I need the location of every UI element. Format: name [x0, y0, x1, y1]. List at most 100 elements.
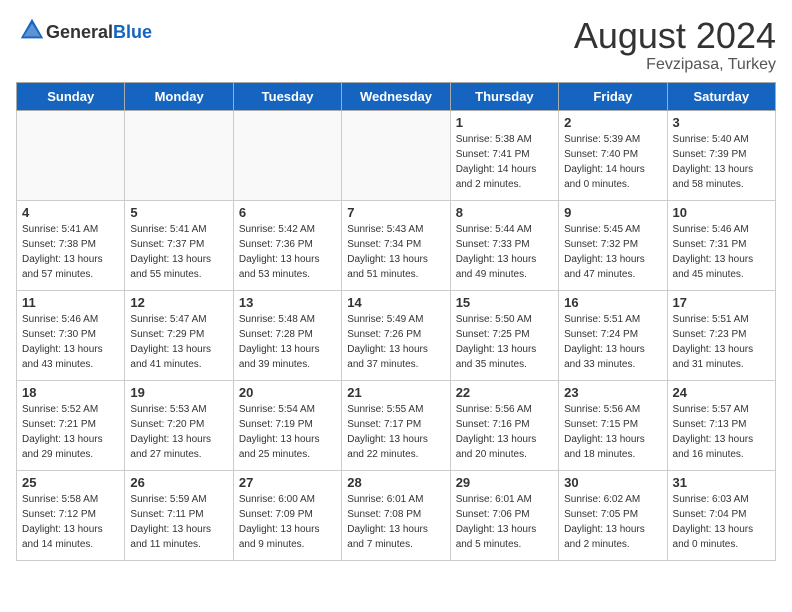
calendar-cell: 12 Sunrise: 5:47 AMSunset: 7:29 PMDayligh…: [125, 290, 233, 380]
calendar-cell: 18 Sunrise: 5:52 AMSunset: 7:21 PMDayligh…: [17, 380, 125, 470]
day-info: Sunrise: 5:41 AMSunset: 7:38 PMDaylight:…: [22, 222, 119, 282]
page-header: GeneralBlue August 2024 Fevzipasa, Turke…: [16, 16, 776, 74]
day-number: 8: [456, 205, 553, 220]
day-info: Sunrise: 5:47 AMSunset: 7:29 PMDaylight:…: [130, 312, 227, 372]
day-number: 26: [130, 475, 227, 490]
calendar-cell: 6Sunrise: 5:42 AMSunset: 7:36 PMDaylight…: [233, 200, 341, 290]
calendar-cell: 30 Sunrise: 6:02 AMSunset: 7:05 PMDayligh…: [559, 470, 667, 560]
day-info: Sunrise: 5:56 AMSunset: 7:16 PMDaylight:…: [456, 402, 553, 462]
day-number: 15: [456, 295, 553, 310]
calendar-cell: 3Sunrise: 5:40 AMSunset: 7:39 PMDaylight…: [667, 110, 775, 200]
calendar-cell: 26 Sunrise: 5:59 AMSunset: 7:11 PMDayligh…: [125, 470, 233, 560]
calendar-cell: 31Sunrise: 6:03 AMSunset: 7:04 PMDayligh…: [667, 470, 775, 560]
calendar-week-row: 11 Sunrise: 5:46 AMSunset: 7:30 PMDayligh…: [17, 290, 776, 380]
calendar-cell: 11 Sunrise: 5:46 AMSunset: 7:30 PMDayligh…: [17, 290, 125, 380]
calendar-week-row: 4 Sunrise: 5:41 AMSunset: 7:38 PMDaylight…: [17, 200, 776, 290]
day-number: 9: [564, 205, 661, 220]
day-header-sunday: Sunday: [17, 82, 125, 110]
day-info: Sunrise: 5:40 AMSunset: 7:39 PMDaylight:…: [673, 132, 770, 192]
day-info: Sunrise: 5:57 AMSunset: 7:13 PMDaylight:…: [673, 402, 770, 462]
day-number: 22: [456, 385, 553, 400]
day-number: 12: [130, 295, 227, 310]
day-header-wednesday: Wednesday: [342, 82, 450, 110]
day-number: 20: [239, 385, 336, 400]
calendar-cell: 24 Sunrise: 5:57 AMSunset: 7:13 PMDayligh…: [667, 380, 775, 470]
calendar-cell: 20 Sunrise: 5:54 AMSunset: 7:19 PMDayligh…: [233, 380, 341, 470]
day-number: 7: [347, 205, 444, 220]
calendar-table: SundayMondayTuesdayWednesdayThursdayFrid…: [16, 82, 776, 561]
day-header-friday: Friday: [559, 82, 667, 110]
day-info: Sunrise: 5:50 AMSunset: 7:25 PMDaylight:…: [456, 312, 553, 372]
day-info: Sunrise: 5:39 AMSunset: 7:40 PMDaylight:…: [564, 132, 661, 192]
calendar-cell: 10 Sunrise: 5:46 AMSunset: 7:31 PMDayligh…: [667, 200, 775, 290]
title-block: August 2024 Fevzipasa, Turkey: [574, 16, 776, 74]
calendar-cell: 17 Sunrise: 5:51 AMSunset: 7:23 PMDayligh…: [667, 290, 775, 380]
day-number: 16: [564, 295, 661, 310]
calendar-cell: [125, 110, 233, 200]
day-number: 17: [673, 295, 770, 310]
day-info: Sunrise: 6:01 AMSunset: 7:08 PMDaylight:…: [347, 492, 444, 552]
day-info: Sunrise: 5:46 AMSunset: 7:30 PMDaylight:…: [22, 312, 119, 372]
day-info: Sunrise: 5:51 AMSunset: 7:24 PMDaylight:…: [564, 312, 661, 372]
day-number: 1: [456, 115, 553, 130]
day-info: Sunrise: 6:01 AMSunset: 7:06 PMDaylight:…: [456, 492, 553, 552]
day-info: Sunrise: 5:54 AMSunset: 7:19 PMDaylight:…: [239, 402, 336, 462]
day-info: Sunrise: 5:46 AMSunset: 7:31 PMDaylight:…: [673, 222, 770, 282]
day-info: Sunrise: 5:38 AMSunset: 7:41 PMDaylight:…: [456, 132, 553, 192]
day-number: 30: [564, 475, 661, 490]
day-info: Sunrise: 5:58 AMSunset: 7:12 PMDaylight:…: [22, 492, 119, 552]
day-number: 4: [22, 205, 119, 220]
calendar-cell: [17, 110, 125, 200]
calendar-subtitle: Fevzipasa, Turkey: [574, 56, 776, 74]
day-number: 28: [347, 475, 444, 490]
day-info: Sunrise: 5:49 AMSunset: 7:26 PMDaylight:…: [347, 312, 444, 372]
day-header-monday: Monday: [125, 82, 233, 110]
logo-blue-text: Blue: [113, 22, 152, 42]
day-info: Sunrise: 5:44 AMSunset: 7:33 PMDaylight:…: [456, 222, 553, 282]
day-number: 21: [347, 385, 444, 400]
day-info: Sunrise: 5:56 AMSunset: 7:15 PMDaylight:…: [564, 402, 661, 462]
day-number: 24: [673, 385, 770, 400]
day-header-saturday: Saturday: [667, 82, 775, 110]
day-info: Sunrise: 5:41 AMSunset: 7:37 PMDaylight:…: [130, 222, 227, 282]
calendar-week-row: 18 Sunrise: 5:52 AMSunset: 7:21 PMDayligh…: [17, 380, 776, 470]
day-number: 23: [564, 385, 661, 400]
calendar-cell: [233, 110, 341, 200]
calendar-cell: 1 Sunrise: 5:38 AMSunset: 7:41 PMDaylight…: [450, 110, 558, 200]
day-number: 5: [130, 205, 227, 220]
day-info: Sunrise: 5:51 AMSunset: 7:23 PMDaylight:…: [673, 312, 770, 372]
calendar-cell: 14Sunrise: 5:49 AMSunset: 7:26 PMDayligh…: [342, 290, 450, 380]
day-number: 11: [22, 295, 119, 310]
day-info: Sunrise: 6:00 AMSunset: 7:09 PMDaylight:…: [239, 492, 336, 552]
calendar-title: August 2024: [574, 16, 776, 56]
day-number: 10: [673, 205, 770, 220]
logo-icon: [18, 16, 46, 44]
calendar-cell: 8 Sunrise: 5:44 AMSunset: 7:33 PMDaylight…: [450, 200, 558, 290]
day-info: Sunrise: 5:48 AMSunset: 7:28 PMDaylight:…: [239, 312, 336, 372]
day-info: Sunrise: 5:42 AMSunset: 7:36 PMDaylight:…: [239, 222, 336, 282]
day-info: Sunrise: 5:52 AMSunset: 7:21 PMDaylight:…: [22, 402, 119, 462]
day-info: Sunrise: 5:59 AMSunset: 7:11 PMDaylight:…: [130, 492, 227, 552]
day-number: 13: [239, 295, 336, 310]
calendar-cell: 4 Sunrise: 5:41 AMSunset: 7:38 PMDaylight…: [17, 200, 125, 290]
calendar-cell: 5 Sunrise: 5:41 AMSunset: 7:37 PMDaylight…: [125, 200, 233, 290]
calendar-week-row: 25Sunrise: 5:58 AMSunset: 7:12 PMDayligh…: [17, 470, 776, 560]
day-info: Sunrise: 6:02 AMSunset: 7:05 PMDaylight:…: [564, 492, 661, 552]
calendar-cell: 21Sunrise: 5:55 AMSunset: 7:17 PMDayligh…: [342, 380, 450, 470]
day-number: 27: [239, 475, 336, 490]
logo: GeneralBlue: [16, 16, 152, 49]
calendar-cell: 2Sunrise: 5:39 AMSunset: 7:40 PMDaylight…: [559, 110, 667, 200]
calendar-cell: 29Sunrise: 6:01 AMSunset: 7:06 PMDayligh…: [450, 470, 558, 560]
calendar-cell: 9Sunrise: 5:45 AMSunset: 7:32 PMDaylight…: [559, 200, 667, 290]
logo-general-text: General: [46, 22, 113, 42]
day-number: 31: [673, 475, 770, 490]
day-number: 18: [22, 385, 119, 400]
calendar-cell: 22 Sunrise: 5:56 AMSunset: 7:16 PMDayligh…: [450, 380, 558, 470]
calendar-cell: 28 Sunrise: 6:01 AMSunset: 7:08 PMDayligh…: [342, 470, 450, 560]
calendar-cell: 23 Sunrise: 5:56 AMSunset: 7:15 PMDayligh…: [559, 380, 667, 470]
calendar-header-row: SundayMondayTuesdayWednesdayThursdayFrid…: [17, 82, 776, 110]
calendar-cell: 19Sunrise: 5:53 AMSunset: 7:20 PMDayligh…: [125, 380, 233, 470]
day-header-tuesday: Tuesday: [233, 82, 341, 110]
calendar-cell: 15 Sunrise: 5:50 AMSunset: 7:25 PMDayligh…: [450, 290, 558, 380]
calendar-cell: 27 Sunrise: 6:00 AMSunset: 7:09 PMDayligh…: [233, 470, 341, 560]
